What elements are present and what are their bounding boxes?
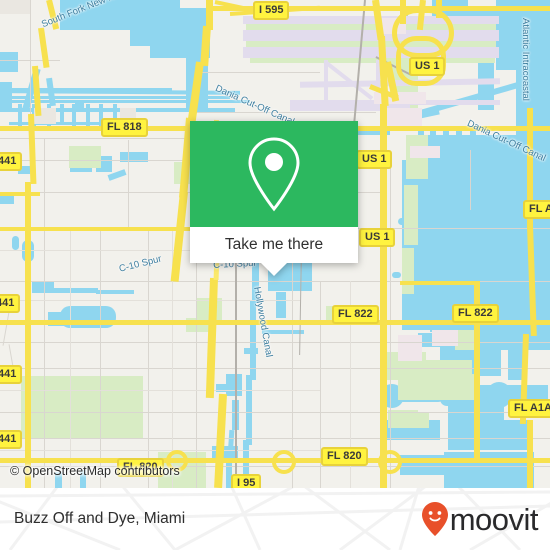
shield-fl-a1a-a: FL A1A (523, 200, 550, 219)
shield-us-1-north: US 1 (409, 57, 446, 76)
shield-us-1-mid: US 1 (356, 150, 393, 169)
map-screenshot: South Fork New River Dania Cut-Off Canal D… (0, 0, 550, 550)
map-pin-icon (248, 137, 300, 212)
shield-us-441-b: 441 (0, 294, 21, 313)
footer-bar: Buzz Off and Dye, Miami moovit (0, 488, 550, 550)
popup-action-row[interactable]: Take me there (190, 227, 358, 263)
shield-fl-820-b: FL 820 (321, 447, 368, 466)
popup-tail-pointer (261, 263, 287, 276)
shield-fl-822-a: FL 822 (332, 305, 379, 324)
popup-header (190, 121, 358, 227)
take-me-there-label: Take me there (224, 236, 324, 253)
location-popup-card[interactable]: Take me there (190, 121, 358, 276)
shield-fl-a1a-b: FL A1A (508, 399, 550, 418)
moovit-brand[interactable]: moovit (421, 501, 539, 537)
shield-fl-822-b: FL 822 (452, 304, 499, 323)
moovit-pin-smiley-icon (421, 502, 448, 536)
shield-us-441-c: 441 (0, 365, 23, 384)
shield-us-441-a: 441 (0, 152, 23, 171)
map-canvas[interactable]: South Fork New River Dania Cut-Off Canal D… (0, 0, 550, 488)
shield-i-95: I 95 (231, 474, 262, 488)
moovit-wordmark: moovit (449, 501, 539, 537)
osm-attribution: © OpenStreetMap contributors (10, 464, 180, 478)
shield-fl-818: FL 818 (101, 118, 148, 137)
place-title: Buzz Off and Dye, Miami (14, 510, 186, 527)
shield-us-441-d: 441 (0, 430, 23, 449)
shield-i-595: I 595 (253, 1, 290, 20)
shield-us-1-south: US 1 (359, 228, 396, 247)
